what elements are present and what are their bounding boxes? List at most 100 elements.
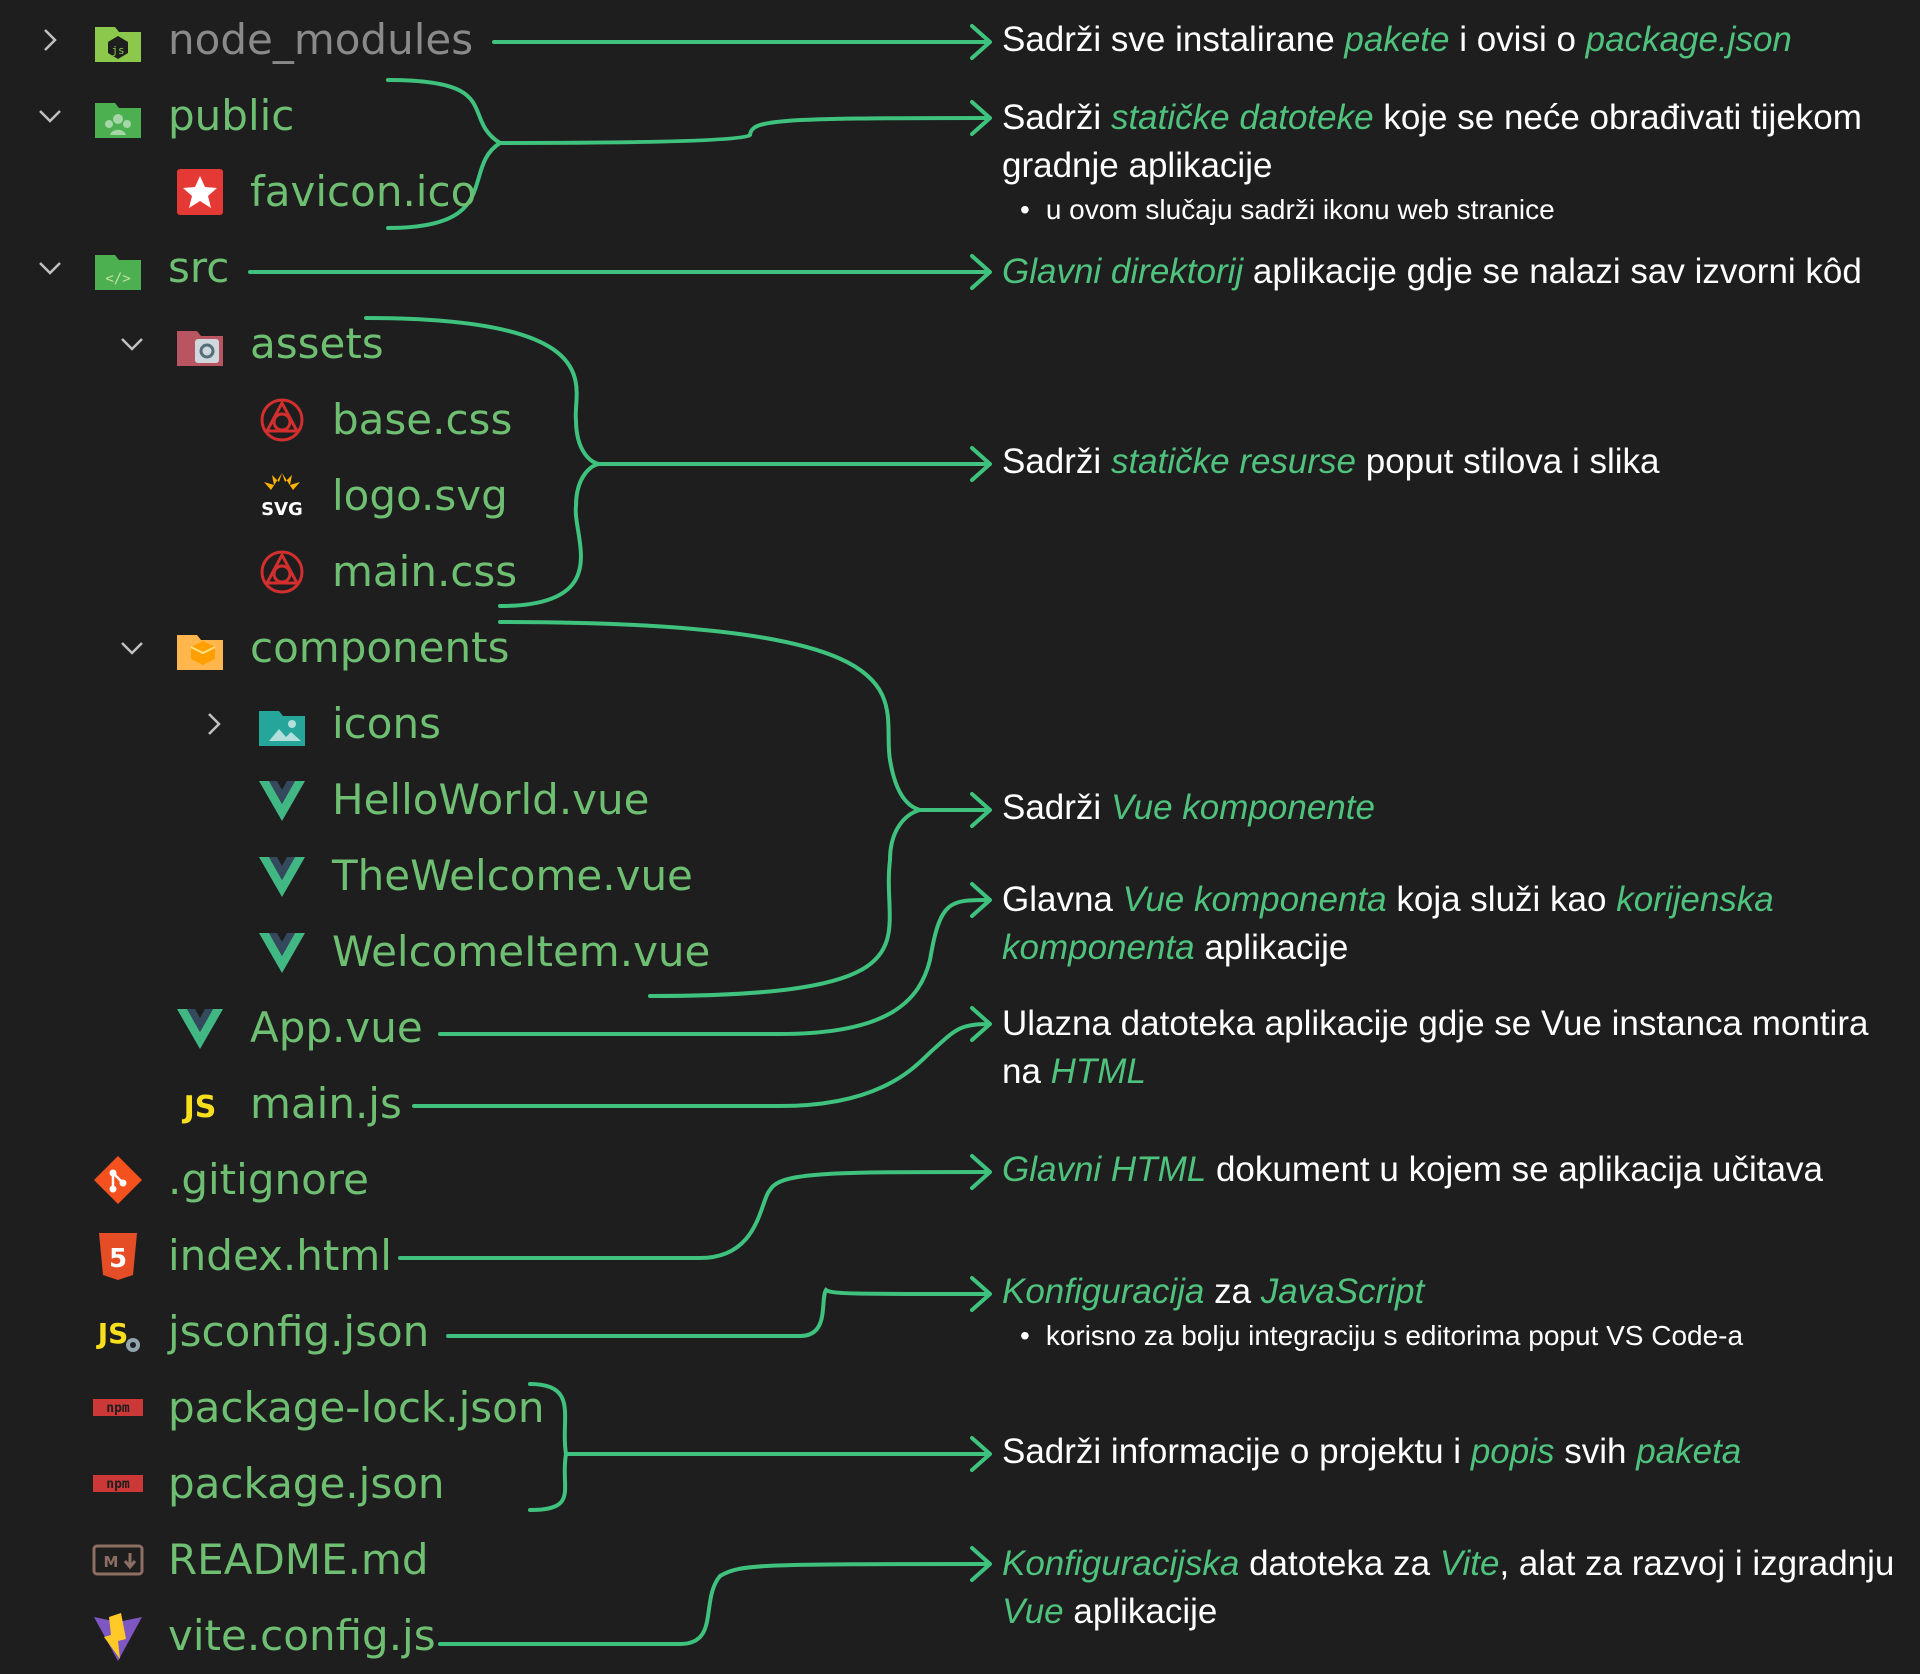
css-icon: [254, 392, 310, 448]
connector-line: [412, 1022, 990, 1108]
highlighted-term: Glavni HTML: [1002, 1150, 1207, 1189]
description-fragment: poput stilova i slika: [1356, 442, 1660, 481]
tree-row[interactable]: </> src: [30, 238, 229, 298]
tree-row[interactable]: JS main.js: [112, 1074, 402, 1134]
description-fragment: koja služi kao: [1386, 880, 1617, 919]
file-name: node_modules: [168, 15, 474, 64]
highlighted-term: Konfiguracija: [1002, 1272, 1205, 1311]
vue-icon: [254, 848, 310, 904]
html5-icon: 5: [90, 1228, 146, 1284]
description-bullet: korisno za bolju integraciju s editorima…: [1002, 1316, 1902, 1356]
description-fragment: aplikacije: [1194, 928, 1349, 967]
svg-icon: SVG: [254, 468, 310, 524]
description-fragment: i ovisi o: [1449, 20, 1586, 59]
description: Konfiguracijska datoteka za Vite, alat z…: [1002, 1540, 1902, 1636]
tree-row[interactable]: icons: [194, 694, 441, 754]
tree-row[interactable]: 5 index.html: [30, 1226, 392, 1286]
tree-row[interactable]: components: [112, 618, 510, 678]
highlighted-term: JavaScript: [1260, 1272, 1425, 1311]
vue-icon: [254, 924, 310, 980]
file-name: HelloWorld.vue: [332, 775, 650, 824]
description: Sadrži Vue komponente: [1002, 784, 1902, 832]
tree-row[interactable]: TheWelcome.vue: [194, 846, 693, 906]
jsconfig-icon: JS: [90, 1304, 146, 1360]
highlighted-term: Vue komponenta: [1122, 880, 1387, 919]
chevron-down-icon[interactable]: [112, 618, 152, 678]
file-name: icons: [332, 699, 441, 748]
npm-icon: npm: [90, 1380, 146, 1436]
file-name: main.css: [332, 547, 518, 596]
file-name: package.json: [168, 1459, 445, 1508]
connector-line: [446, 1287, 990, 1338]
tree-row[interactable]: main.css: [194, 542, 517, 602]
tree-row[interactable]: favicon.ico: [112, 162, 476, 222]
chevron-down-icon[interactable]: [112, 314, 152, 374]
chevron-down-icon[interactable]: [30, 238, 70, 298]
tree-row[interactable]: npm package-lock.json: [30, 1378, 544, 1438]
vue-icon: [254, 772, 310, 828]
components-folder-icon: [172, 620, 228, 676]
connector-line: [438, 1562, 990, 1646]
tree-row[interactable]: App.vue: [112, 998, 423, 1058]
description: Ulazna datoteka aplikacije gdje se Vue i…: [1002, 1000, 1902, 1096]
file-name: App.vue: [250, 1003, 423, 1052]
svg-text:M: M: [104, 1553, 119, 1571]
connector-line: [386, 78, 990, 230]
tree-row[interactable]: WelcomeItem.vue: [194, 922, 710, 982]
highlighted-term: statičke datoteke: [1110, 98, 1374, 137]
file-name: logo.svg: [332, 471, 508, 520]
tree-row[interactable]: M README.md: [30, 1530, 429, 1590]
svg-text:JS: JS: [96, 1317, 129, 1350]
tree-row[interactable]: SVG logo.svg: [194, 466, 508, 526]
tree-row[interactable]: .gitignore: [30, 1150, 369, 1210]
vite-icon: [90, 1608, 146, 1664]
file-name: components: [250, 623, 510, 672]
svg-text:npm: npm: [106, 1401, 130, 1416]
description: Glavni direktorij aplikacije gdje se nal…: [1002, 248, 1902, 296]
highlighted-term: Vue: [1002, 1592, 1064, 1631]
tree-row[interactable]: public: [30, 86, 294, 146]
favicon-star-icon: [172, 164, 228, 220]
file-name: vite.config.js: [168, 1611, 436, 1660]
src-folder-icon: </>: [90, 240, 146, 296]
tree-row[interactable]: vite.config.js: [30, 1606, 436, 1666]
description-fragment: za: [1204, 1272, 1261, 1311]
file-name: package-lock.json: [168, 1383, 545, 1432]
tree-row[interactable]: assets: [112, 314, 384, 374]
description-text: Sadrži informacije o projektu i popis sv…: [1002, 1428, 1902, 1476]
file-name: base.css: [332, 395, 513, 444]
tree-row[interactable]: js node_modules: [30, 10, 473, 70]
description-fragment: aplikacije: [1063, 1592, 1218, 1631]
description: Sadrži informacije o projektu i popis sv…: [1002, 1428, 1902, 1476]
description: Sadrži sve instalirane pakete i ovisi o …: [1002, 16, 1902, 64]
chevron-down-icon[interactable]: [30, 86, 70, 146]
chevron-right-icon[interactable]: [30, 10, 70, 70]
description-fragment: aplikacije gdje se nalazi sav izvorni kô…: [1243, 252, 1862, 291]
css-icon: [254, 544, 310, 600]
highlighted-term: paketa: [1636, 1432, 1742, 1471]
file-name: public: [168, 91, 295, 140]
svg-text:</>: </>: [105, 271, 130, 287]
highlighted-term: Vite: [1439, 1544, 1500, 1583]
javascript-icon: JS: [172, 1076, 228, 1132]
description-fragment: Sadrži: [1002, 788, 1111, 827]
chevron-right-icon[interactable]: [194, 694, 234, 754]
tree-row[interactable]: base.css: [194, 390, 512, 450]
public-folder-icon: [90, 88, 146, 144]
highlighted-term: statičke resurse: [1110, 442, 1357, 481]
file-name: jsconfig.json: [168, 1307, 430, 1356]
description-text: Ulazna datoteka aplikacije gdje se Vue i…: [1002, 1000, 1902, 1096]
highlighted-term: package.json: [1585, 20, 1792, 59]
tree-row[interactable]: HelloWorld.vue: [194, 770, 649, 830]
project-structure-diagram: js node_modulespublic favicon.ico </> src ass…: [0, 0, 1920, 1674]
description-text: Sadrži Vue komponente: [1002, 784, 1902, 832]
description: Sadrži statičke datoteke koje se neće ob…: [1002, 94, 1902, 230]
connector-line: [528, 1382, 990, 1512]
highlighted-term: Konfiguracijska: [1002, 1544, 1240, 1583]
npm-icon: npm: [90, 1456, 146, 1512]
file-name: index.html: [168, 1231, 392, 1280]
description-fragment: Sadrži informacije o projektu i: [1002, 1432, 1471, 1471]
tree-row[interactable]: npm package.json: [30, 1454, 445, 1514]
highlighted-term: pakete: [1344, 20, 1450, 59]
tree-row[interactable]: JS jsconfig.json: [30, 1302, 430, 1362]
